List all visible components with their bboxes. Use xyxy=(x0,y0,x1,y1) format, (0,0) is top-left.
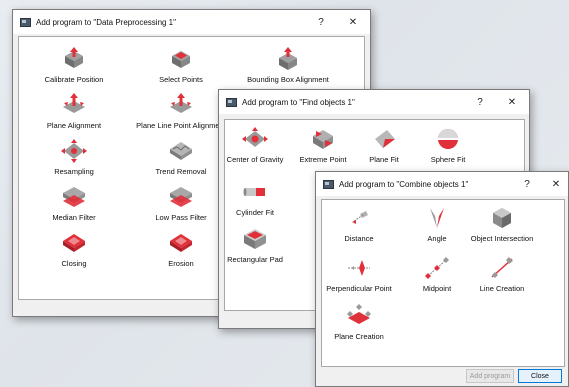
dialog-title: Add program to "Data Preprocessing 1" xyxy=(36,17,176,27)
program-item-select-points[interactable]: Select Points xyxy=(126,47,236,84)
add-program-button[interactable]: Add program xyxy=(466,369,514,383)
closing-icon xyxy=(63,234,85,252)
item-label: Bounding Box Alignment xyxy=(247,75,329,84)
line-creation-icon xyxy=(491,257,513,278)
median-filter-icon xyxy=(63,187,85,207)
program-item-line-creation[interactable]: Line Creation xyxy=(447,256,557,293)
item-label: Object Intersection xyxy=(470,234,534,243)
item-label: Plane Creation xyxy=(334,332,384,341)
plane-creation-icon xyxy=(347,304,371,324)
item-label: Resampling xyxy=(54,167,94,176)
program-item-plane-alignment[interactable]: Plane Alignment xyxy=(19,93,129,130)
app-icon xyxy=(323,179,334,189)
title-bar[interactable]: Add program to "Data Preprocessing 1" ? … xyxy=(13,10,370,34)
close-dialog-button[interactable]: Close xyxy=(518,369,562,383)
program-item-plane-creation[interactable]: Plane Creation xyxy=(304,304,414,341)
calibrate-position-icon xyxy=(65,47,83,68)
program-item-object-intersection[interactable]: Object Intersection xyxy=(447,206,557,243)
plane-alignment-icon xyxy=(63,93,85,113)
program-item-closing[interactable]: Closing xyxy=(19,231,129,268)
title-bar[interactable]: Add program to "Combine objects 1" ? ✕ xyxy=(316,172,568,196)
item-label: Cylinder Fit xyxy=(236,208,274,217)
item-label: Sphere Fit xyxy=(430,155,466,164)
item-label: Line Creation xyxy=(479,284,525,293)
trend-removal-icon xyxy=(170,142,192,160)
program-item-calibrate-position[interactable]: Calibrate Position xyxy=(19,47,129,84)
item-label: Closing xyxy=(61,259,87,268)
help-button[interactable]: ? xyxy=(515,172,539,196)
item-label: Rectangular Pad xyxy=(227,255,283,264)
erosion-icon xyxy=(170,234,192,252)
help-button[interactable]: ? xyxy=(468,90,492,114)
dialog-combine-objects: Add program to "Combine objects 1" ? ✕ D… xyxy=(315,171,569,387)
item-label: Plane Alignment xyxy=(46,121,102,130)
item-label: Median Filter xyxy=(52,213,96,222)
help-button[interactable]: ? xyxy=(309,10,333,34)
program-list-panel: Distance Angle Object Intersection Perpe… xyxy=(321,199,565,367)
sphere-fit-icon xyxy=(438,129,458,149)
distance-icon xyxy=(352,211,368,224)
item-label: Select Points xyxy=(159,75,203,84)
bounding-box-alignment-icon xyxy=(279,47,297,70)
center-of-gravity-icon xyxy=(242,127,268,147)
program-item-resampling[interactable]: Resampling xyxy=(19,139,129,176)
program-item-cylinder-fit[interactable]: Cylinder Fit xyxy=(200,180,310,217)
cylinder-fit-icon xyxy=(243,188,265,196)
close-button[interactable]: ✕ xyxy=(341,10,365,34)
plane-line-point-alignment-icon xyxy=(170,93,192,113)
program-item-rectangular-pad[interactable]: Rectangular Pad xyxy=(200,227,310,264)
low-pass-filter-icon xyxy=(170,187,192,207)
object-intersection-icon xyxy=(493,208,511,228)
perpendicular-point-icon xyxy=(348,260,370,276)
close-button[interactable]: ✕ xyxy=(500,90,524,114)
program-item-bounding-box-alignment[interactable]: Bounding Box Alignment xyxy=(233,47,343,84)
app-icon xyxy=(20,17,31,27)
item-label: Calibrate Position xyxy=(44,75,104,84)
select-points-icon xyxy=(172,51,190,68)
title-bar[interactable]: Add program to "Find objects 1" ? ✕ xyxy=(219,90,529,114)
close-button[interactable]: ✕ xyxy=(544,172,568,196)
rectangular-pad-icon xyxy=(244,229,266,249)
program-item-sphere-fit[interactable]: Sphere Fit xyxy=(393,127,503,164)
program-item-median-filter[interactable]: Median Filter xyxy=(19,185,129,222)
app-icon xyxy=(226,97,237,107)
dialog-title: Add program to "Combine objects 1" xyxy=(339,179,469,189)
resampling-icon xyxy=(61,139,87,163)
dialog-title: Add program to "Find objects 1" xyxy=(242,97,355,107)
